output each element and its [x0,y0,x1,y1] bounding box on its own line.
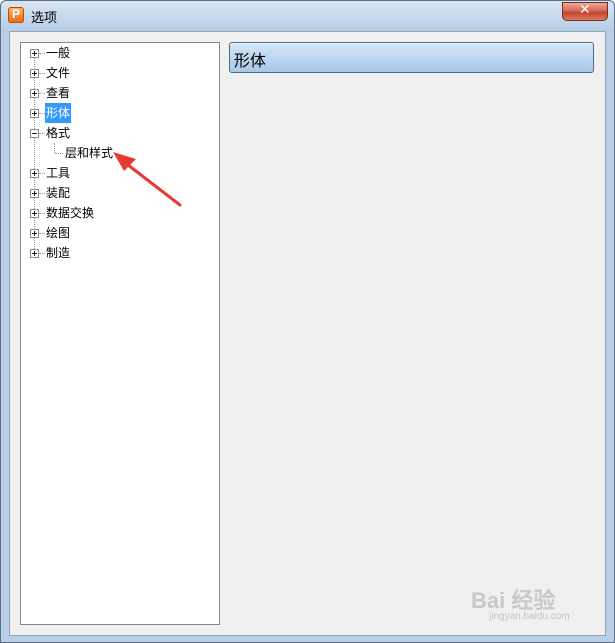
tree-item-shape[interactable]: 形体 [21,103,219,123]
title-bar[interactable]: P 选项 ✕ [1,1,614,31]
watermark-brand: Bai 经验 [471,588,556,613]
expand-plus-icon[interactable] [30,169,39,178]
tree-item-label: 一般 [46,46,71,60]
watermark-url: jingyan.baidu.com [489,611,570,622]
tree-item-label: 文件 [46,66,71,80]
tree-item-label: 装配 [46,186,71,200]
tree-item-label: 层和样式 [65,146,114,160]
expand-plus-icon[interactable] [30,249,39,258]
collapse-minus-icon[interactable] [30,129,39,138]
tree-item-label: 制造 [46,246,71,260]
expand-plus-icon[interactable] [30,189,39,198]
expand-plus-icon[interactable] [30,49,39,58]
app-icon-letter: P [12,7,21,21]
expand-plus-icon[interactable] [30,229,39,238]
expand-plus-icon[interactable] [30,109,39,118]
dialog-body: 一般 文件 查看 形体 格式 层和样式 工具 装配 数据交换 绘图 制造 形体 [9,31,606,636]
tree-item-label: 数据交换 [46,206,95,220]
tree-item-manufacturing[interactable]: 制造 [21,243,219,263]
tree-item-assembly[interactable]: 装配 [21,183,219,203]
tree-item-file[interactable]: 文件 [21,63,219,83]
window-title: 选项 [31,11,58,26]
close-button[interactable]: ✕ [562,2,608,21]
app-icon: P [8,7,24,23]
options-tree[interactable]: 一般 文件 查看 形体 格式 层和样式 工具 装配 数据交换 绘图 制造 [20,42,220,625]
close-icon: ✕ [579,2,591,18]
panel-header-title: 形体 [234,51,267,70]
watermark-logo: Bai 经验 jingyan.baidu.com [471,583,570,622]
expand-plus-icon[interactable] [30,69,39,78]
tree-item-general[interactable]: 一般 [21,43,219,63]
expand-plus-icon[interactable] [30,209,39,218]
tree-item-view[interactable]: 查看 [21,83,219,103]
tree-item-label: 查看 [46,86,71,100]
tree-item-format[interactable]: 格式 [21,123,219,143]
tree-item-label-selected: 形体 [45,103,72,123]
tree-item-data-exchange[interactable]: 数据交换 [21,203,219,223]
options-window: P 选项 ✕ 一般 文件 查看 形体 格式 层和样式 工具 装配 数据交换 绘图… [0,0,615,643]
tree-dots [55,153,63,154]
tree-item-label: 工具 [46,166,71,180]
tree-item-layers-styles[interactable]: 层和样式 [21,143,219,163]
tree-item-label: 格式 [46,126,71,140]
tree-item-label: 绘图 [46,226,71,240]
expand-plus-icon[interactable] [30,89,39,98]
tree-item-drawing[interactable]: 绘图 [21,223,219,243]
panel-header: 形体 [229,42,594,73]
tree-item-tools[interactable]: 工具 [21,163,219,183]
